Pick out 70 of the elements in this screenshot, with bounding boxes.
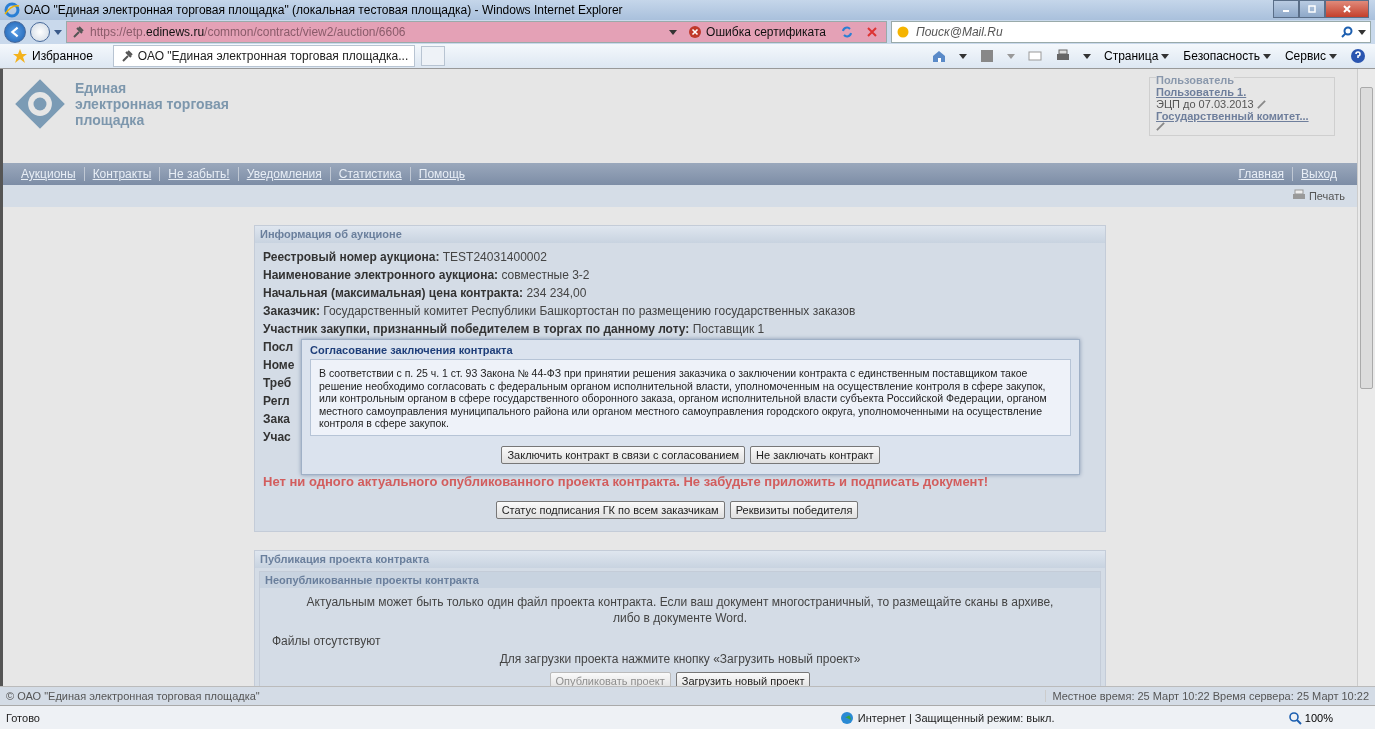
caret-icon <box>1161 53 1170 59</box>
info-row-text: Номе <box>263 357 295 374</box>
toolbar-menu[interactable]: Безопасность <box>1179 49 1275 63</box>
info-row-text: Регл <box>263 393 290 410</box>
window-title: ОАО "Единая электронная торговая площадка" (локальная тестовая площадка) - Windows Internet Explorer <box>24 3 623 17</box>
logo-text: Единая электронная торговая площадка <box>75 80 229 128</box>
pencil-icon[interactable] <box>1256 99 1266 109</box>
pencil-icon[interactable] <box>1156 122 1165 131</box>
maximize-button[interactable] <box>1299 0 1325 18</box>
print-button[interactable]: Печать <box>1285 188 1351 204</box>
forward-button[interactable] <box>30 22 50 42</box>
logo-icon <box>13 77 67 131</box>
subpanel-title: Неопубликованные проекты контракта <box>260 572 1100 588</box>
action-button[interactable]: Статус подписания ГК по всем заказчикам <box>495 501 725 519</box>
security-zone: Интернет | Защищенный режим: выкл. <box>839 710 1270 725</box>
info-row-text: Наименование электронного аукциона: совместные 3-2 <box>263 267 590 284</box>
info-row-text: Реестровый номер аукциона: TEST24031400002 <box>263 249 547 266</box>
info-row-text: Посл <box>263 339 294 356</box>
info-row-text: Зака <box>263 411 290 428</box>
info-row-text: Треб <box>263 375 292 392</box>
dropdown-arrow-icon[interactable] <box>1358 29 1366 35</box>
warning-text: Нет ни одного актуального опубликованного проекта контракта. Не забудьте приложить и подписать документ! <box>263 474 990 489</box>
caret-icon <box>1262 53 1271 59</box>
globe-icon <box>839 710 854 725</box>
help-icon[interactable] <box>1350 48 1366 64</box>
info-row-text: Участник закупки, признанный победителем в торгах по данному лоту: Поставщик 1 <box>263 321 765 338</box>
status-text: Готово <box>6 711 40 724</box>
favorites-button[interactable]: Избранное <box>6 47 99 65</box>
dialog-button[interactable]: Не заключать контракт <box>750 445 880 464</box>
note-text: Актуальным может быть только один файл проекта контракта. Если ваш документ многостраничный, то размещайте сканы в архиве, либо в документе Word. <box>305 594 1055 626</box>
certificate-error-button[interactable]: Ошибка сертификата <box>682 25 832 39</box>
search-icon[interactable] <box>1340 25 1354 39</box>
time-text: Местное время: 25 Март 10:22 Время сервера: 25 Март 10:22 <box>1045 690 1369 702</box>
dropdown-arrow-icon[interactable] <box>1082 53 1091 59</box>
toolbar-menu[interactable]: Сервис <box>1280 49 1341 63</box>
back-button[interactable] <box>4 21 26 43</box>
panel-title: Информация об аукционе <box>255 226 1105 243</box>
maximize-icon <box>1307 4 1317 14</box>
files-text: Файлы отсутствуют <box>271 633 382 648</box>
dropdown-arrow-icon[interactable] <box>669 29 678 35</box>
search-box[interactable]: Поиск@Mail.Ru <box>891 21 1371 43</box>
browser-logo-icon <box>4 2 20 18</box>
copyright-text: © ОАО "Единая электронная торговая площадка" <box>6 690 260 702</box>
signature-date: ЭЦП до 07.03.2013 <box>1156 98 1254 110</box>
caret-icon <box>1329 53 1337 59</box>
zoom-icon <box>1287 710 1302 725</box>
info-row-text: Учас <box>263 429 291 446</box>
dialog-title: Согласование заключения контракта <box>310 343 514 358</box>
browser-tab[interactable]: ОАО "Единая электронная торговая площадка... <box>112 45 416 67</box>
address-field[interactable]: https://etp.edinews.ru/common/contract/view2/auction/6606 Ошибка сертификата <box>66 21 887 43</box>
toolbar-menu[interactable]: Страница <box>1099 49 1174 63</box>
dialog-text: В соответствии с п. 25 ч. 1 ст. 93 Закона № 44-ФЗ при принятии решения заказчика о заключении контракта с единственным поставщиком такое решение необходимо согласовать с федеральным органом исполнительной власти, уполномоченным на осуществление контроля в сфере закупок, или контрольным органом в сфере государственного оборонного заказа, органом исполнительной власти субъекта Российской Федерации, органом местного самоуправления муниципального района или органом местного самоуправления городского округа, уполномоченными на осуществление контроля в сфере закупок. <box>310 359 1071 436</box>
scrollbar[interactable] <box>1357 69 1375 686</box>
info-row-text: Начальная (максимальная) цена контракта: 234 234,00 <box>263 285 587 302</box>
dropdown-arrow-icon[interactable] <box>958 53 967 59</box>
close-button[interactable] <box>1325 0 1369 18</box>
dialog-button[interactable]: Заключить контракт в связи с согласованием <box>501 445 746 464</box>
zoom-button[interactable]: 100% <box>1281 709 1339 726</box>
star-icon <box>12 48 28 64</box>
panel-title: Публикация проекта контракта <box>255 551 1105 568</box>
user-panel-legend: Пользователь <box>1156 74 1234 86</box>
error-icon <box>688 25 703 39</box>
search-field[interactable]: Поиск@Mail.Ru <box>914 24 1336 40</box>
info-row-text: Заказчик: Государственный комитет Республики Башкортостан по размещению государственных заказов <box>263 303 856 320</box>
home-icon[interactable] <box>930 48 947 64</box>
gavel-icon <box>71 25 85 39</box>
action-button[interactable]: Реквизиты победителя <box>729 501 859 519</box>
close-icon <box>1342 4 1352 14</box>
hint-text: Для загрузки проекта нажмите кнопку «Загрузить новый проект» <box>498 651 862 668</box>
minimize-button[interactable] <box>1273 0 1299 18</box>
